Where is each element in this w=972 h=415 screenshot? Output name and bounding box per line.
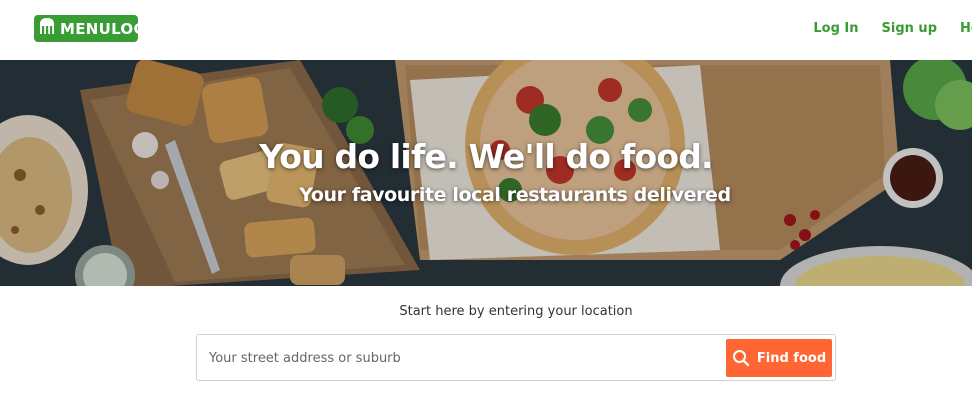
hero-subtitle: Your favourite local restaurants deliver… [299, 184, 731, 206]
location-prompt: Start here by entering your location [399, 304, 633, 319]
restaurant-icon [37, 15, 57, 40]
site-header: MENULOG Log In Sign up He [0, 0, 972, 60]
location-search-form: Find food [196, 334, 836, 381]
login-link[interactable]: Log In [813, 21, 858, 36]
signup-link[interactable]: Sign up [882, 21, 937, 36]
hero-title: You do life. We'll do food. [259, 137, 713, 176]
find-food-label: Find food [756, 350, 827, 366]
help-link[interactable]: He [960, 21, 972, 36]
hero-banner: You do life. We'll do food. Your favouri… [0, 60, 972, 286]
search-icon [732, 350, 749, 367]
logo-text: MENULOG [60, 20, 147, 38]
address-input[interactable] [209, 345, 719, 371]
top-nav: Log In Sign up He [813, 21, 972, 36]
menulog-logo[interactable]: MENULOG [34, 15, 146, 42]
find-food-button[interactable]: Find food [726, 339, 832, 377]
